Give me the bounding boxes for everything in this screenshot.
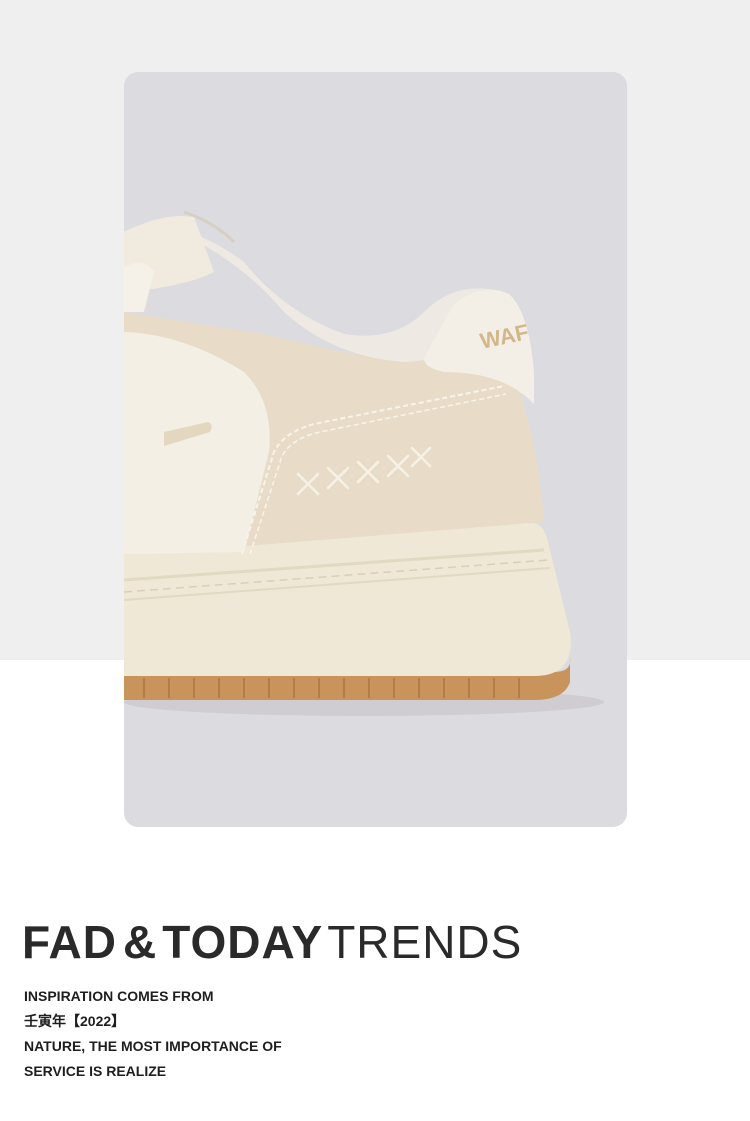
description-text: INSPIRATION COMES FROM 壬寅年【2022】 NATURE,…	[24, 984, 424, 1084]
description-line: 壬寅年【2022】	[24, 1013, 126, 1029]
headline-word-trends: TRENDS	[327, 916, 523, 968]
sneaker-heel-closeup-image	[124, 210, 604, 716]
headline-word-today: TODAY	[162, 916, 324, 968]
headline-ampersand: &	[123, 916, 157, 968]
headline: FAD & TODAY TRENDS	[22, 912, 522, 972]
description-line: INSPIRATION COMES FROM	[24, 988, 214, 1004]
headline-word-fad: FAD	[22, 916, 117, 968]
description-line: NATURE, THE MOST IMPORTANCE OF	[24, 1038, 282, 1054]
product-photo: WAF	[124, 72, 627, 827]
description-line: SERVICE IS REALIZE	[24, 1063, 167, 1079]
